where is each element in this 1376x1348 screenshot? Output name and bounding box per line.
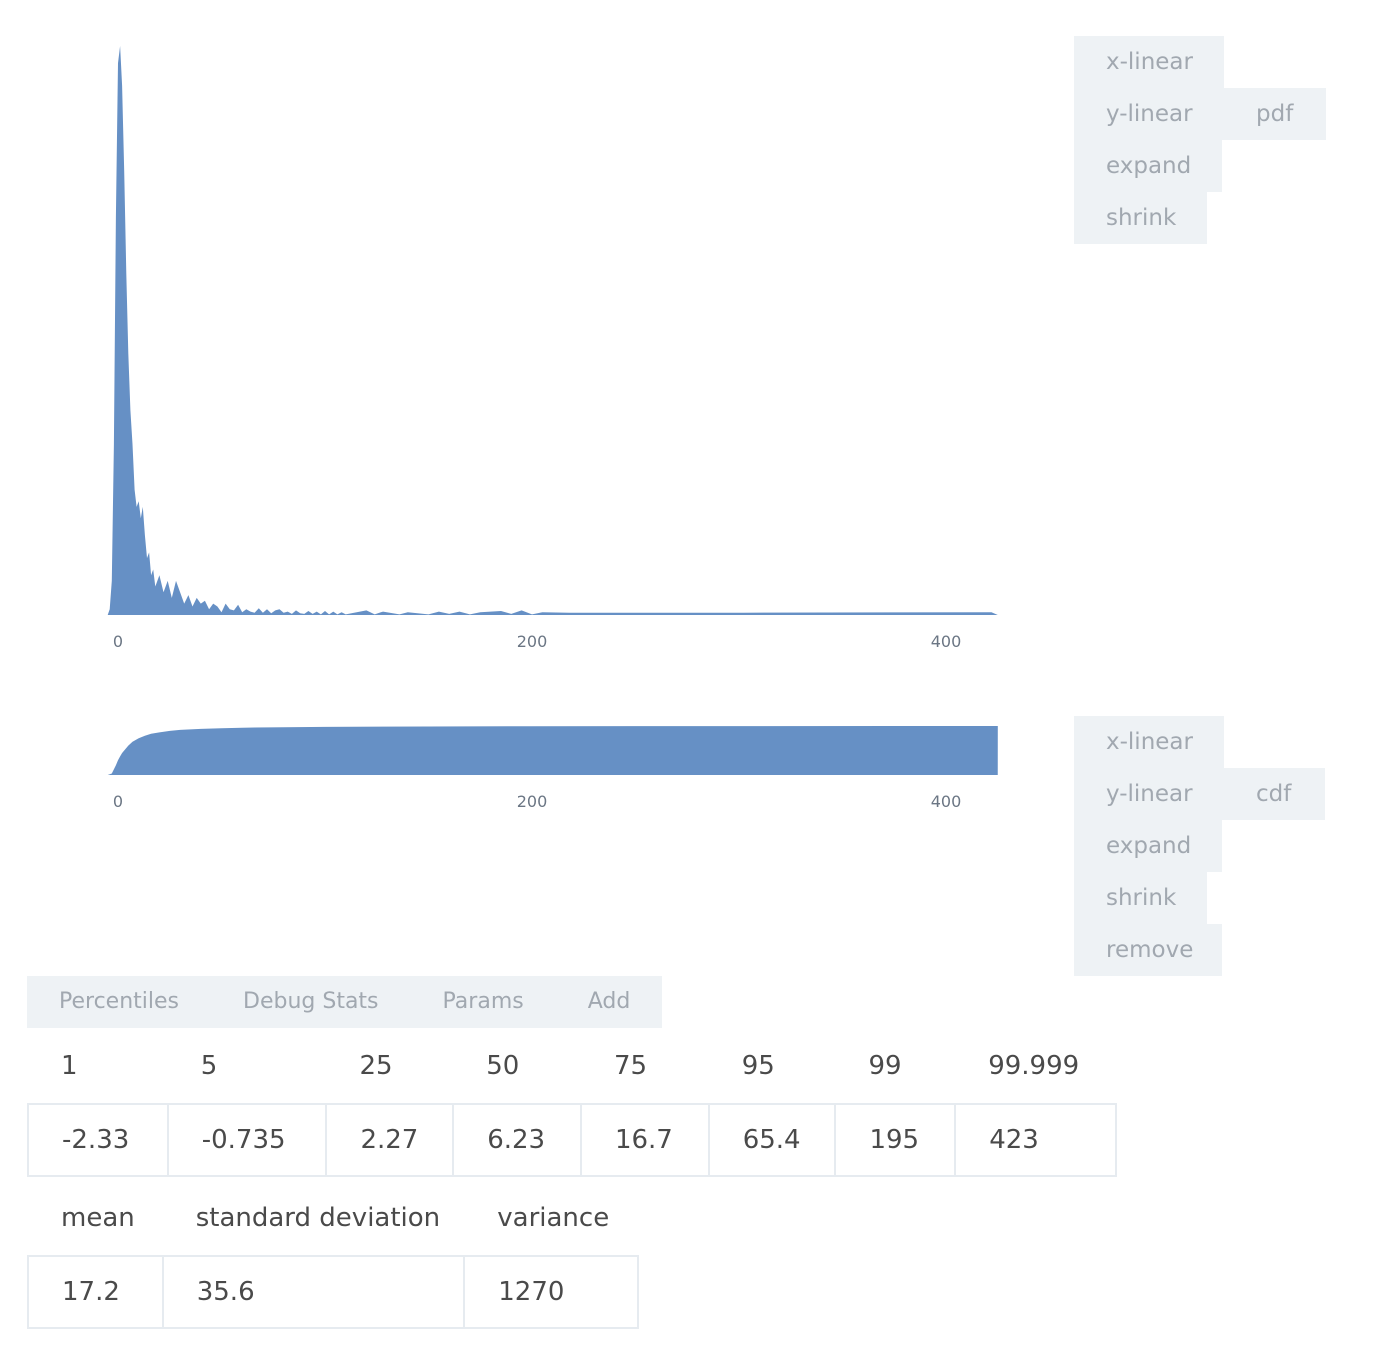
cdf-chart: 0 200 400 bbox=[107, 726, 998, 811]
percentile-value: 195 bbox=[834, 1103, 957, 1177]
percentile-header: 5 bbox=[200, 1050, 218, 1081]
percentile-value: -2.33 bbox=[27, 1103, 169, 1177]
percentile-value: 16.7 bbox=[579, 1103, 710, 1177]
percentile-header: 95 bbox=[741, 1050, 775, 1081]
pdf-expand-button[interactable]: expand bbox=[1074, 140, 1222, 192]
stats-header-std: standard deviation bbox=[195, 1202, 441, 1233]
percentiles-table: 1 5 25 50 75 95 99 99.999 -2.33 -0.735 2… bbox=[27, 1028, 1117, 1177]
tab-add[interactable]: Add bbox=[556, 976, 663, 1028]
stats-header-mean: mean bbox=[61, 1202, 135, 1233]
cdf-area bbox=[107, 726, 998, 775]
percentile-header: 99.999 bbox=[988, 1050, 1080, 1081]
cdf-mode-button[interactable]: cdf bbox=[1222, 768, 1325, 820]
tab-percentiles[interactable]: Percentiles bbox=[27, 976, 211, 1028]
cdf-x-tick-label: 0 bbox=[113, 792, 123, 811]
stats-value-row: 17.2 35.6 1270 bbox=[27, 1255, 639, 1329]
percentiles-value-row: -2.33 -0.735 2.27 6.23 16.7 65.4 195 423 bbox=[27, 1103, 1117, 1177]
summary-stats-table: mean standard deviation variance 17.2 35… bbox=[27, 1180, 639, 1329]
cdf-x-linear-button[interactable]: x-linear bbox=[1074, 716, 1224, 768]
pdf-x-tick-label: 400 bbox=[931, 632, 962, 651]
cdf-expand-button[interactable]: expand bbox=[1074, 820, 1222, 872]
tab-debug-stats[interactable]: Debug Stats bbox=[211, 976, 411, 1028]
stats-value-std: 35.6 bbox=[161, 1255, 466, 1329]
percentile-header: 75 bbox=[613, 1050, 648, 1081]
percentile-value: -0.735 bbox=[166, 1103, 328, 1177]
percentiles-header-row: 1 5 25 50 75 95 99 99.999 bbox=[28, 1028, 1116, 1104]
pdf-x-tick-label: 0 bbox=[113, 632, 123, 651]
cdf-x-tick-label: 200 bbox=[517, 792, 548, 811]
percentile-value: 423 bbox=[954, 1103, 1117, 1177]
stats-value-variance: 1270 bbox=[463, 1255, 639, 1329]
tab-params[interactable]: Params bbox=[411, 976, 556, 1028]
cdf-remove-button[interactable]: remove bbox=[1074, 924, 1222, 976]
cdf-y-linear-button[interactable]: y-linear bbox=[1074, 768, 1222, 820]
percentile-header: 1 bbox=[61, 1050, 78, 1081]
percentile-header: 99 bbox=[868, 1050, 902, 1081]
cdf-x-tick-label: 400 bbox=[931, 792, 962, 811]
pdf-chart: 0 200 400 bbox=[107, 46, 998, 651]
stats-value-mean: 17.2 bbox=[27, 1255, 164, 1329]
stats-header-row: mean standard deviation variance bbox=[28, 1180, 638, 1256]
cdf-shrink-button[interactable]: shrink bbox=[1074, 872, 1207, 924]
pdf-y-linear-button[interactable]: y-linear bbox=[1074, 88, 1222, 140]
percentile-value: 2.27 bbox=[325, 1103, 455, 1177]
percentile-value: 65.4 bbox=[707, 1103, 837, 1177]
pdf-mode-button[interactable]: pdf bbox=[1222, 88, 1326, 140]
percentile-value: 6.23 bbox=[452, 1103, 582, 1177]
pdf-x-tick-label: 200 bbox=[517, 632, 548, 651]
stats-header-variance: variance bbox=[497, 1202, 610, 1233]
pdf-x-linear-button[interactable]: x-linear bbox=[1074, 36, 1224, 88]
pdf-shrink-button[interactable]: shrink bbox=[1074, 192, 1207, 244]
stats-tab-bar: Percentiles Debug Stats Params Add bbox=[27, 976, 663, 1028]
percentile-header: 50 bbox=[486, 1050, 520, 1081]
percentile-header: 25 bbox=[359, 1050, 393, 1081]
pdf-area bbox=[107, 46, 998, 615]
